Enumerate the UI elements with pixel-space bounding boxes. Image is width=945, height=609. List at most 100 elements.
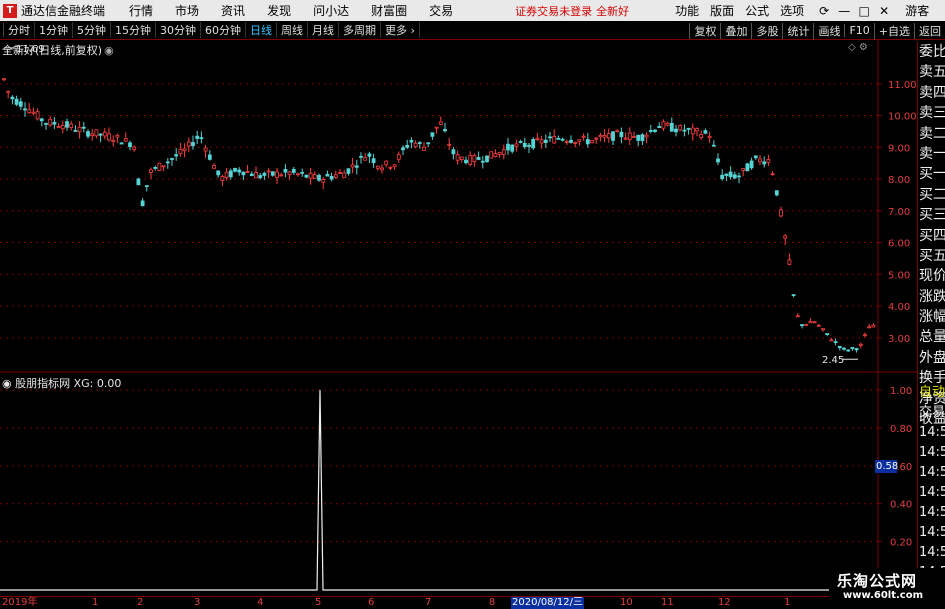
candle-body: [384, 160, 389, 166]
candle-body: [237, 169, 242, 173]
tool-adjust[interactable]: 复权: [689, 22, 720, 39]
quote-label: 卖一: [919, 145, 945, 162]
guest-user[interactable]: 游客: [905, 2, 929, 19]
date-axis: 2019年 1 2 3 4 5 6 7 8 2020/08/12/三 10 11 12 1: [0, 596, 945, 609]
diamond-icon[interactable]: ◇: [848, 42, 856, 53]
menu-wealth-circle[interactable]: 财富圈: [371, 2, 407, 19]
candle-body: [94, 129, 99, 137]
tool-overlay[interactable]: 叠加: [720, 22, 751, 39]
date-tick-label: 1: [784, 597, 791, 608]
candle-body: [52, 122, 57, 125]
candle-body: [44, 122, 48, 125]
candle-body: [107, 133, 111, 141]
candle-body: [2, 78, 6, 81]
period-daily[interactable]: 日线: [246, 22, 277, 38]
candle-body: [388, 166, 393, 169]
period-weekly[interactable]: 周线: [277, 22, 308, 38]
candle-body: [195, 135, 200, 139]
candle-body: [514, 143, 519, 147]
menu-news[interactable]: 资讯: [221, 2, 245, 19]
quote-label: 卖三: [919, 105, 945, 122]
candle-body: [665, 122, 670, 126]
candle-body: [245, 171, 250, 173]
quote-label: 现价: [919, 268, 945, 285]
kline-chart[interactable]: 11.00 10.00 9.00 8.00 7.00 6.00 5.00 4.00 3.00 1…: [0, 40, 917, 596]
candle-body: [380, 167, 384, 171]
candle-body: [216, 170, 221, 176]
period-60min[interactable]: 60分钟: [201, 22, 246, 38]
candle-body: [144, 185, 149, 187]
candle-body: [367, 153, 372, 157]
period-30min[interactable]: 30分钟: [156, 22, 201, 38]
period-multi[interactable]: 多周期: [339, 22, 381, 38]
menu-discover[interactable]: 发现: [267, 2, 291, 19]
period-1min[interactable]: 1分钟: [35, 22, 73, 38]
date-tick-label: 8: [489, 597, 496, 608]
menu-bar: T 通达信金融终端 行情 市场 资讯 发现 问小达 财富圈 交易 证券交易未登录…: [0, 0, 945, 21]
candle-body: [787, 259, 792, 265]
period-intraday[interactable]: 分时: [4, 22, 35, 38]
date-cursor-label: 2020/08/12/三: [511, 597, 585, 609]
maximize-icon[interactable]: □: [855, 4, 873, 18]
low-price-label: 2.45: [822, 355, 844, 366]
menu-market[interactable]: 市场: [175, 2, 199, 19]
candle-body: [275, 171, 279, 178]
candle-body: [392, 164, 397, 168]
tool-f10[interactable]: F10: [844, 24, 873, 37]
menu-market-quotes[interactable]: 行情: [129, 2, 153, 19]
candle-body: [510, 144, 515, 152]
candle-body: [825, 333, 830, 335]
candle-body: [644, 134, 649, 138]
trade-mode-label[interactable]: 交易: [918, 403, 945, 423]
trade-mode-label[interactable]: 自动: [918, 383, 945, 403]
indicator-settings-icon[interactable]: ◉: [2, 377, 12, 390]
candle-body: [539, 139, 544, 144]
refresh-icon[interactable]: ⟳: [815, 4, 833, 18]
tool-draw-line[interactable]: 画线: [813, 22, 844, 39]
candle-body: [552, 136, 557, 144]
chart-corner-icons: ◇ ⚙: [848, 42, 868, 53]
period-more[interactable]: 更多 ›: [381, 22, 420, 38]
chart-grid: [0, 40, 917, 593]
candle-body: [186, 141, 191, 147]
date-tick-label: 5: [315, 597, 322, 608]
menu-ask-xiaoda[interactable]: 问小达: [313, 2, 349, 19]
candle-body: [522, 142, 527, 148]
tool-statistics[interactable]: 统计: [782, 22, 813, 39]
menu-layout[interactable]: 版面: [710, 2, 734, 19]
candle-body: [766, 159, 771, 163]
candle-body: [86, 131, 90, 137]
period-monthly[interactable]: 月线: [308, 22, 339, 38]
candle-body: [816, 324, 821, 327]
login-notice[interactable]: 证券交易未登录: [515, 3, 592, 19]
candle-body: [266, 170, 271, 173]
menu-options[interactable]: 选项: [780, 2, 804, 19]
candle-body: [783, 235, 788, 239]
candle-body: [371, 158, 376, 164]
candle-body: [90, 133, 95, 136]
menu-trade[interactable]: 交易: [429, 2, 453, 19]
candle-body: [459, 156, 464, 161]
gear-icon[interactable]: ⚙: [859, 42, 868, 53]
close-icon[interactable]: ✕: [875, 4, 893, 18]
candle-body: [224, 171, 229, 178]
candle-body: [749, 160, 754, 169]
period-5min[interactable]: 5分钟: [73, 22, 111, 38]
menu-formula[interactable]: 公式: [745, 2, 769, 19]
candle-body: [102, 131, 107, 137]
chart-settings-icon[interactable]: ◉: [104, 44, 114, 57]
menu-functions[interactable]: 功能: [675, 2, 699, 19]
tool-multi-stock[interactable]: 多股: [751, 22, 782, 39]
date-tick-label: 12: [718, 597, 731, 608]
candle-body: [653, 129, 657, 132]
date-tick-label: 3: [194, 597, 201, 608]
quote-label: 卖二: [919, 125, 945, 142]
minimize-icon[interactable]: —: [835, 4, 853, 18]
candle-body: [779, 209, 783, 217]
candle-body: [711, 144, 716, 147]
period-15min[interactable]: 15分钟: [111, 22, 156, 38]
candle-body: [480, 160, 485, 163]
tool-back[interactable]: 返回: [914, 22, 945, 39]
candle-body: [119, 142, 124, 145]
tool-add-watchlist[interactable]: +自选: [873, 22, 914, 39]
